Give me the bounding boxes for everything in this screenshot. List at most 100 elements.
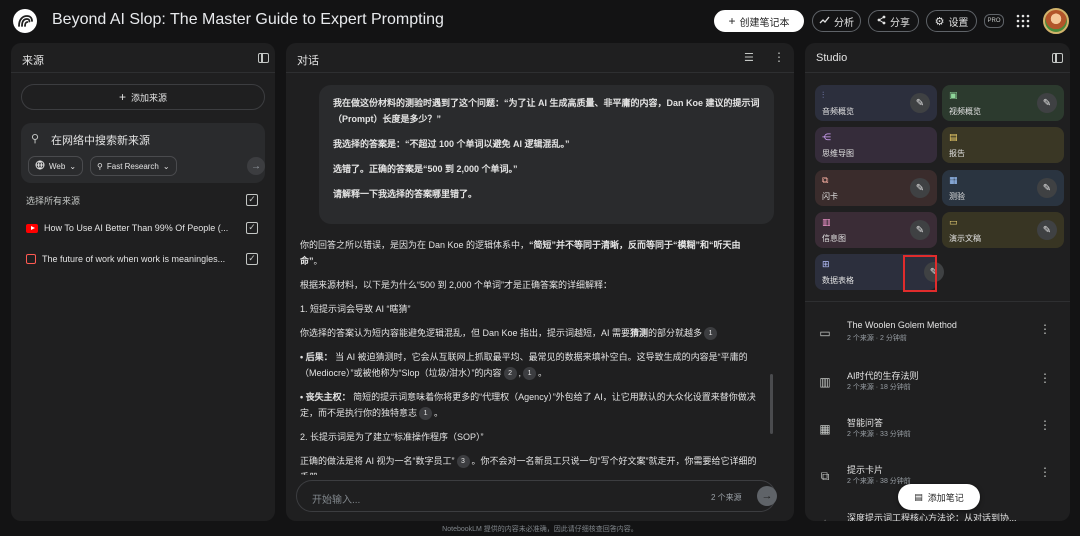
edit-pencil-icon[interactable]: ✎ bbox=[910, 220, 930, 240]
answer-heading: 2. 长提示词是为了建立“标准操作程序（SOP）” bbox=[300, 432, 484, 442]
user-message-line: 选错了。正确的答案是“500 到 2,000 个单词。” bbox=[333, 164, 518, 174]
source-checkbox[interactable]: ✓ bbox=[246, 222, 258, 234]
create-notebook-button[interactable]: + 创建笔记本 bbox=[714, 10, 804, 32]
edit-pencil-icon[interactable]: ✎ bbox=[1037, 220, 1057, 240]
source-item[interactable]: The future of work when work is meaningl… bbox=[26, 251, 241, 267]
quiz-icon: ▦ bbox=[949, 175, 958, 185]
card-label: 信息图 bbox=[822, 234, 846, 243]
citation-chip[interactable]: 1 bbox=[704, 327, 718, 341]
answer-text: 正确的做法是将 AI 视为一名“数字员工” bbox=[300, 456, 455, 466]
notebooklm-logo-icon[interactable] bbox=[13, 9, 37, 33]
edit-pencil-icon[interactable]: ✎ bbox=[1037, 93, 1057, 113]
top-bar: Beyond AI Slop: The Master Guide to Expe… bbox=[0, 0, 1080, 42]
avatar[interactable] bbox=[1043, 8, 1069, 34]
share-icon bbox=[877, 15, 886, 28]
send-button[interactable]: → bbox=[757, 486, 777, 506]
source-item[interactable]: How To Use AI Better Than 99% Of People … bbox=[26, 220, 241, 236]
note-item[interactable]: ▭ The Woolen Golem Method 2 个来源 · 2 分钟前 … bbox=[817, 318, 1051, 352]
tune-icon[interactable]: ☰ bbox=[744, 51, 754, 64]
more-vert-icon[interactable]: ⋮ bbox=[773, 50, 785, 64]
settings-label: 设置 bbox=[948, 17, 969, 29]
edit-pencil-icon[interactable]: ✎ bbox=[910, 93, 930, 113]
create-notebook-label: 创建笔记本 bbox=[739, 17, 790, 29]
select-all-checkbox[interactable]: ✓ bbox=[246, 194, 258, 206]
card-label: 数据表格 bbox=[822, 276, 854, 285]
add-source-label: 添加来源 bbox=[131, 92, 168, 103]
answer-text: 你的回答之所以错误，是因为在 Dan Koe 的逻辑体系中， bbox=[300, 240, 530, 250]
divider bbox=[805, 301, 1070, 302]
studio-card-slides[interactable]: ▭ 演示文稿 ✎ bbox=[942, 212, 1064, 248]
chat-input[interactable]: 开始输入... 2 个来源 → bbox=[296, 480, 777, 512]
plus-icon: + bbox=[728, 14, 736, 28]
web-chip[interactable]: Web ⌄ bbox=[28, 156, 84, 176]
web-search-box: ⚲ 在网络中搜索新来源 Web ⌄ ⚲ Fast Research ⌄ → bbox=[21, 123, 265, 183]
answer-text: 的部分就越多 bbox=[648, 328, 703, 338]
plus-icon: + bbox=[118, 90, 126, 104]
sources-header: 来源 bbox=[11, 43, 275, 73]
note-item[interactable]: ▥ AI时代的生存法则 2 个来源 · 18 分钟前 ⋮ bbox=[817, 367, 1051, 401]
studio-card-flashcards[interactable]: ⧉ 闪卡 ✎ bbox=[815, 170, 937, 206]
chat-scrollbar[interactable] bbox=[770, 374, 773, 434]
user-message: 我在做这份材料的测验时遇到了这个问题：“为了让 AI 生成高质量、非平庸的内容，… bbox=[319, 85, 774, 224]
collapse-panel-icon[interactable] bbox=[258, 53, 269, 63]
studio-card-report[interactable]: ▤ 报告 bbox=[942, 127, 1064, 163]
card-label: 演示文稿 bbox=[949, 234, 981, 243]
settings-button[interactable]: ⚙ 设置 bbox=[926, 10, 977, 32]
more-vert-icon[interactable]: ⋮ bbox=[1039, 465, 1051, 479]
edit-pencil-icon[interactable]: ✎ bbox=[1037, 178, 1057, 198]
citation-chip[interactable]: 2 bbox=[503, 367, 517, 381]
note-meta: 2 个来源 · 18 分钟前 bbox=[847, 384, 911, 391]
studio-card-mindmap[interactable]: ⋲ 思维导图 bbox=[815, 127, 937, 163]
more-vert-icon[interactable]: ⋮ bbox=[1039, 418, 1051, 432]
citation-chip[interactable]: 3 bbox=[456, 455, 470, 469]
citation-chip[interactable]: 1 bbox=[523, 367, 537, 381]
notebook-title[interactable]: Beyond AI Slop: The Master Guide to Expe… bbox=[52, 11, 444, 29]
arrow-right-icon: → bbox=[761, 490, 773, 502]
answer-heading: 1. 短提示词会导致 AI “瞎猜” bbox=[300, 304, 411, 314]
slides-icon: ▭ bbox=[949, 217, 958, 227]
studio-card-video[interactable]: ▣ 视频概览 ✎ bbox=[942, 85, 1064, 121]
studio-header: Studio bbox=[805, 43, 1070, 73]
studio-card-audio[interactable]: ⫶ 音频概览 ✎ bbox=[815, 85, 937, 121]
answer-text: 。 bbox=[313, 256, 323, 266]
analyze-label: 分析 bbox=[834, 17, 854, 29]
trending-icon bbox=[819, 16, 830, 27]
note-item[interactable]: ✦ 深度提示词工程核心方法论：从对话到协... bbox=[817, 509, 1042, 521]
note-meta: 2 个来源 · 38 分钟前 bbox=[847, 478, 911, 485]
select-all-label: 选择所有来源 bbox=[26, 196, 81, 206]
citation-chip[interactable]: 1 bbox=[419, 407, 433, 421]
studio-card-infographic[interactable]: ▥ 信息图 ✎ bbox=[815, 212, 937, 248]
more-vert-icon[interactable]: ⋮ bbox=[1039, 371, 1051, 385]
web-chip-label: Web bbox=[49, 161, 66, 171]
user-message-line: 我选择的答案是：“不超过 100 个单词以避免 AI 逻辑混乱。” bbox=[333, 139, 570, 149]
youtube-icon bbox=[26, 223, 38, 233]
search-input[interactable]: 在网络中搜索新来源 bbox=[51, 132, 150, 148]
edit-pencil-icon[interactable]: ✎ bbox=[910, 178, 930, 198]
infographic-icon: ▥ bbox=[819, 375, 831, 389]
note-title: 智能问答 bbox=[847, 418, 884, 428]
assistant-answer: 你的回答之所以错误，是因为在 Dan Koe 的逻辑体系中，“简短”并不等同于清… bbox=[300, 237, 760, 475]
source-checkbox[interactable]: ✓ bbox=[246, 253, 258, 265]
footer-disclaimer: NotebookLM 提供的内容未必准确，因此请仔细核查回答内容。 bbox=[442, 526, 638, 533]
document-icon bbox=[26, 254, 36, 264]
apps-grid-icon[interactable] bbox=[1016, 14, 1030, 28]
add-note-button[interactable]: ▤ 添加笔记 bbox=[898, 484, 980, 510]
collapse-panel-icon[interactable] bbox=[1052, 53, 1063, 63]
note-title: AI时代的生存法则 bbox=[847, 371, 919, 381]
note-icon: ▤ bbox=[914, 491, 923, 502]
studio-title: Studio bbox=[816, 52, 848, 64]
fast-research-chip[interactable]: ⚲ Fast Research ⌄ bbox=[90, 156, 177, 176]
source-count: 2 个来源 bbox=[711, 493, 742, 502]
chevron-down-icon: ⌄ bbox=[162, 161, 170, 171]
gear-icon: ⚙ bbox=[934, 15, 945, 28]
share-button[interactable]: 分享 bbox=[868, 10, 919, 32]
add-source-button[interactable]: + 添加来源 bbox=[21, 84, 265, 110]
table-icon: ⊞ bbox=[822, 259, 830, 269]
note-item[interactable]: ▦ 智能问答 2 个来源 · 33 分钟前 ⋮ bbox=[817, 414, 1051, 448]
more-vert-icon[interactable]: ⋮ bbox=[1039, 322, 1051, 336]
studio-card-quiz[interactable]: ▦ 测验 ✎ bbox=[942, 170, 1064, 206]
mindmap-icon: ⋲ bbox=[822, 132, 831, 142]
submit-search-button[interactable]: → bbox=[247, 157, 265, 175]
audio-icon: ⫶ bbox=[822, 90, 825, 100]
analyze-button[interactable]: 分析 bbox=[812, 10, 861, 32]
